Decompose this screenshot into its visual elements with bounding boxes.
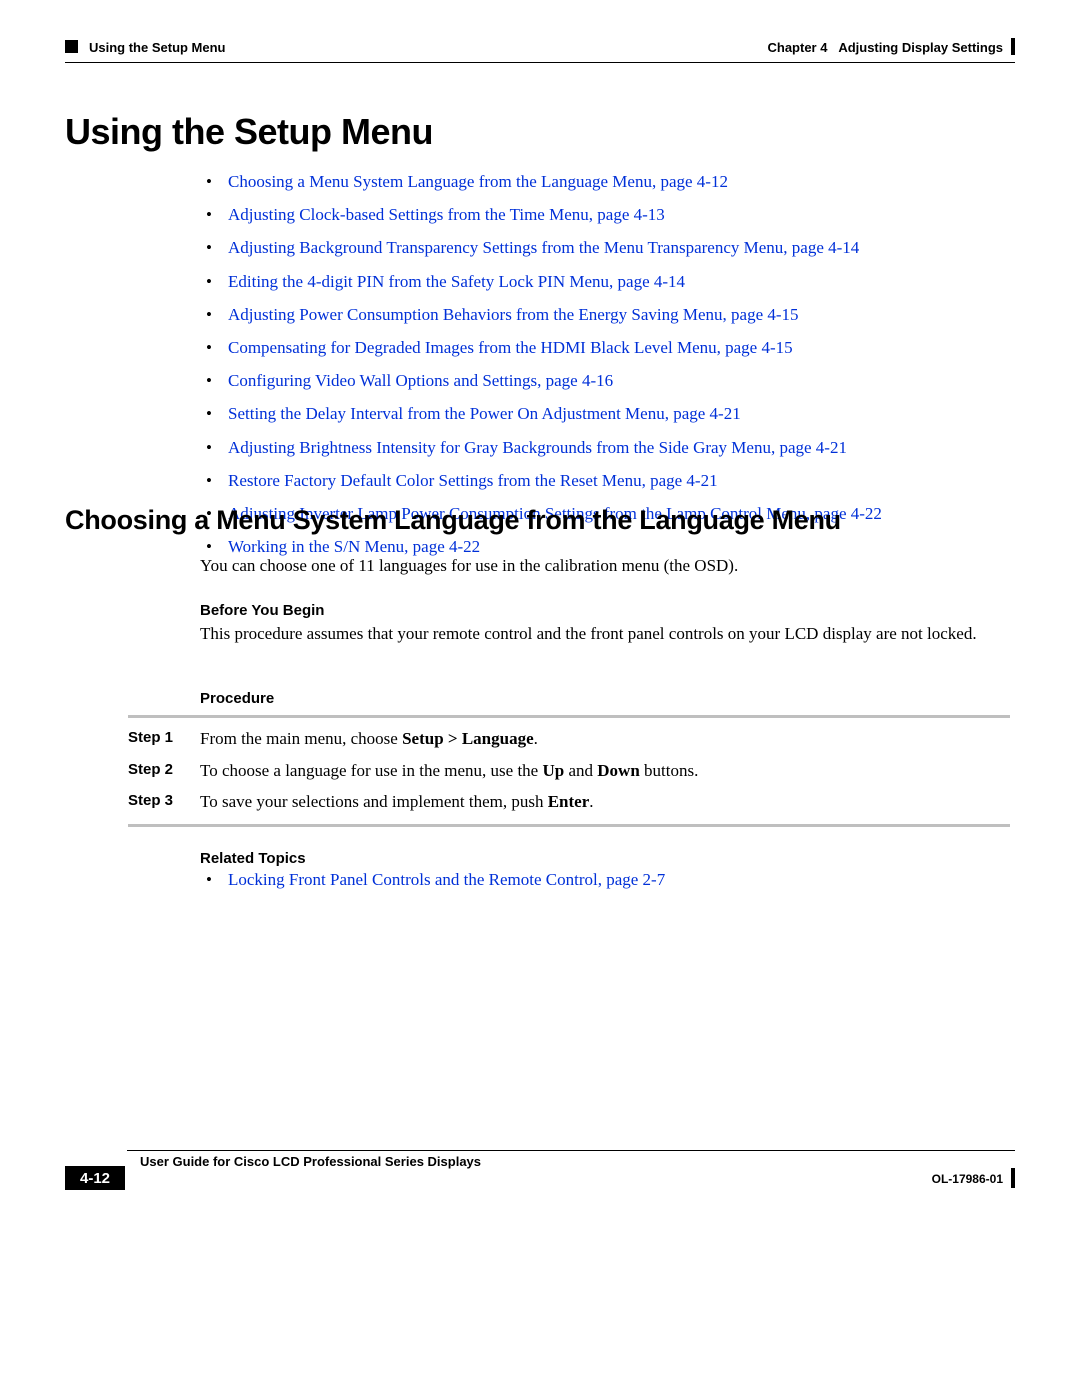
- related-link[interactable]: Locking Front Panel Controls and the Rem…: [228, 870, 665, 889]
- list-item: Choosing a Menu System Language from the…: [200, 168, 1010, 195]
- footer-page-number: 4-12: [65, 1166, 125, 1190]
- step-text-bold: Setup > Language: [402, 729, 534, 748]
- step-text-pre: To save your selections and implement th…: [200, 792, 548, 811]
- step-label: Step 3: [128, 789, 200, 815]
- divider: [128, 715, 1010, 718]
- list-item: Restore Factory Default Color Settings f…: [200, 467, 1010, 494]
- header-chapter: Chapter 4 Adjusting Display Settings: [768, 40, 1004, 55]
- step-label: Step 2: [128, 758, 200, 784]
- step-text-post: .: [589, 792, 593, 811]
- list-item: Adjusting Clock-based Settings from the …: [200, 201, 1010, 228]
- toc-link[interactable]: Restore Factory Default Color Settings f…: [228, 471, 718, 490]
- heading-using-setup-menu: Using the Setup Menu: [65, 111, 433, 153]
- divider: [128, 824, 1010, 827]
- header-chapter-label: Chapter 4: [768, 40, 828, 55]
- list-item: Adjusting Background Transparency Settin…: [200, 234, 1010, 261]
- list-item: Locking Front Panel Controls and the Rem…: [200, 870, 1010, 890]
- list-item: Adjusting Power Consumption Behaviors fr…: [200, 301, 1010, 328]
- toc-link[interactable]: Working in the S/N Menu, page 4-22: [228, 537, 480, 556]
- step-row: Step 3 To save your selections and imple…: [128, 789, 1010, 815]
- header-square-icon: [65, 40, 78, 53]
- step-text-bold: Down: [597, 761, 640, 780]
- step-text: To choose a language for use in the menu…: [200, 758, 1010, 784]
- toc-link[interactable]: Adjusting Clock-based Settings from the …: [228, 205, 665, 224]
- toc-link[interactable]: Adjusting Power Consumption Behaviors fr…: [228, 305, 799, 324]
- before-you-begin-heading: Before You Begin: [200, 602, 324, 619]
- footer-doc-id: OL-17986-01: [932, 1172, 1003, 1186]
- related-topics-list: Locking Front Panel Controls and the Rem…: [200, 870, 1010, 890]
- step-label: Step 1: [128, 726, 200, 752]
- toc-link[interactable]: Compensating for Degraded Images from th…: [228, 338, 793, 357]
- toc-link[interactable]: Choosing a Menu System Language from the…: [228, 172, 728, 191]
- procedure-steps: Step 1 From the main menu, choose Setup …: [128, 726, 1010, 821]
- footer-guide-title: User Guide for Cisco LCD Professional Se…: [140, 1154, 481, 1169]
- step-text-pre: From the main menu, choose: [200, 729, 402, 748]
- section-description: You can choose one of 11 languages for u…: [200, 556, 1010, 576]
- footer-edge-bar-icon: [1011, 1168, 1015, 1188]
- heading-choosing-language: Choosing a Menu System Language from the…: [65, 505, 841, 536]
- toc-link[interactable]: Configuring Video Wall Options and Setti…: [228, 371, 613, 390]
- header-rule: [65, 62, 1015, 63]
- toc-link[interactable]: Setting the Delay Interval from the Powe…: [228, 404, 741, 423]
- header-section-title: Using the Setup Menu: [89, 40, 226, 55]
- step-text: To save your selections and implement th…: [200, 789, 1010, 815]
- before-you-begin-text: This procedure assumes that your remote …: [200, 623, 1010, 645]
- step-text-post: .: [534, 729, 538, 748]
- list-item: Configuring Video Wall Options and Setti…: [200, 367, 1010, 394]
- step-text-bold: Enter: [548, 792, 590, 811]
- step-row: Step 1 From the main menu, choose Setup …: [128, 726, 1010, 752]
- header-chapter-title: Adjusting Display Settings: [838, 40, 1003, 55]
- related-topics-heading: Related Topics: [200, 850, 306, 867]
- step-row: Step 2 To choose a language for use in t…: [128, 758, 1010, 784]
- step-text-post: buttons.: [640, 761, 699, 780]
- list-item: Setting the Delay Interval from the Powe…: [200, 400, 1010, 427]
- step-text-mid: and: [564, 761, 597, 780]
- list-item: Adjusting Brightness Intensity for Gray …: [200, 434, 1010, 461]
- toc-link[interactable]: Adjusting Brightness Intensity for Gray …: [228, 438, 847, 457]
- header-edge-bar-icon: [1011, 38, 1015, 55]
- toc-link[interactable]: Editing the 4-digit PIN from the Safety …: [228, 272, 685, 291]
- list-item: Editing the 4-digit PIN from the Safety …: [200, 268, 1010, 295]
- page: Using the Setup Menu Chapter 4 Adjusting…: [0, 0, 1080, 1397]
- toc-link[interactable]: Adjusting Background Transparency Settin…: [228, 238, 859, 257]
- step-text-bold: Up: [542, 761, 564, 780]
- procedure-heading: Procedure: [200, 690, 274, 707]
- step-text-pre: To choose a language for use in the menu…: [200, 761, 542, 780]
- step-text: From the main menu, choose Setup > Langu…: [200, 726, 1010, 752]
- list-item: Compensating for Degraded Images from th…: [200, 334, 1010, 361]
- page-footer: User Guide for Cisco LCD Professional Se…: [65, 1154, 1015, 1194]
- page-header: Using the Setup Menu Chapter 4 Adjusting…: [65, 38, 1015, 68]
- footer-rule: [127, 1150, 1015, 1151]
